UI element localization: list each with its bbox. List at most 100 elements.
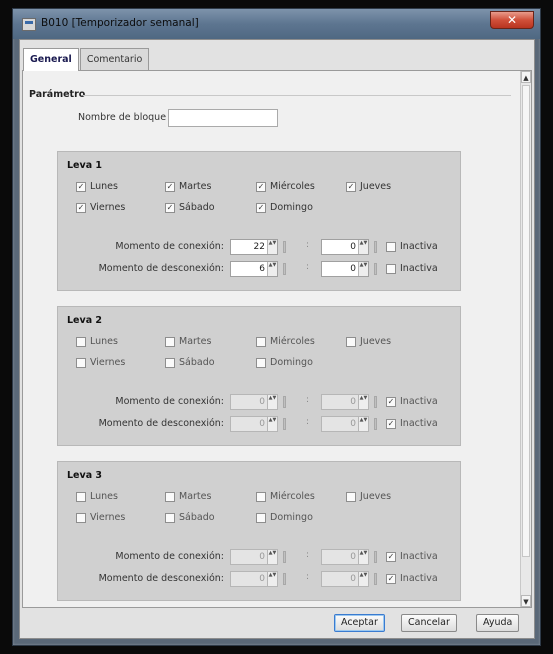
checkbox-box[interactable] bbox=[256, 357, 266, 368]
disconnect-minute-spinner[interactable]: 0 ▲▼ bbox=[321, 571, 369, 587]
day-checkbox-4[interactable]: Jueves bbox=[346, 336, 391, 347]
block-name-label: Nombre de bloque bbox=[78, 112, 167, 123]
checkbox-box[interactable] bbox=[165, 181, 175, 192]
disconnect-inactive-checkbox[interactable]: Inactiva bbox=[386, 263, 438, 274]
connect-inactive-checkbox[interactable]: Inactiva bbox=[386, 241, 438, 252]
day-checkbox-5[interactable]: Viernes bbox=[76, 202, 125, 213]
checkbox-box[interactable] bbox=[256, 512, 266, 523]
inactive-label: Inactiva bbox=[400, 418, 438, 429]
day-label: Jueves bbox=[360, 181, 392, 192]
day-checkbox-7[interactable]: Domingo bbox=[256, 202, 313, 213]
connect-hour-spinner[interactable]: 0 ▲▼ bbox=[230, 394, 278, 410]
connect-minute-spinner[interactable]: 0 ▲▼ bbox=[321, 549, 369, 565]
checkbox-box[interactable] bbox=[256, 181, 266, 192]
disconnect-hour-spinner[interactable]: 0 ▲▼ bbox=[230, 571, 278, 587]
day-checkbox-4[interactable]: Jueves bbox=[346, 181, 391, 192]
checkbox-box[interactable] bbox=[165, 357, 175, 368]
disconnect-minute-spinner[interactable]: 0 ▲▼ bbox=[321, 261, 369, 277]
spin-arrows-icon[interactable]: ▲▼ bbox=[267, 395, 277, 409]
day-checkbox-7[interactable]: Domingo bbox=[256, 357, 313, 368]
day-checkbox-1[interactable]: Lunes bbox=[76, 181, 118, 192]
checkbox-box[interactable] bbox=[256, 491, 266, 502]
title-bar[interactable]: B010 [Temporizador semanal] ✕ bbox=[13, 9, 540, 39]
day-checkbox-1[interactable]: Lunes bbox=[76, 336, 118, 347]
day-checkbox-2[interactable]: Martes bbox=[165, 336, 211, 347]
spin-arrows-icon[interactable]: ▲▼ bbox=[267, 550, 277, 564]
disconnect-inactive-checkbox[interactable]: Inactiva bbox=[386, 573, 438, 584]
checkbox-box[interactable] bbox=[76, 181, 86, 192]
tab-comentario[interactable]: Comentario bbox=[79, 48, 150, 70]
day-checkbox-6[interactable]: Sábado bbox=[165, 202, 215, 213]
disconnect-minute-spinner[interactable]: 0 ▲▼ bbox=[321, 416, 369, 432]
spin-arrows-icon[interactable]: ▲▼ bbox=[267, 572, 277, 586]
cancel-button[interactable]: Cancelar bbox=[401, 614, 457, 632]
day-checkbox-6[interactable]: Sábado bbox=[165, 512, 215, 523]
disconnect-hour-spinner[interactable]: 0 ▲▼ bbox=[230, 416, 278, 432]
inactive-label: Inactiva bbox=[400, 573, 438, 584]
block-name-input[interactable] bbox=[168, 109, 278, 127]
day-checkbox-3[interactable]: Miércoles bbox=[256, 491, 315, 502]
spin-arrows-icon[interactable]: ▲▼ bbox=[267, 262, 277, 276]
checkbox-box[interactable] bbox=[256, 336, 266, 347]
connect-inactive-checkbox[interactable]: Inactiva bbox=[386, 551, 438, 562]
disconnect-hour-spinner[interactable]: 6 ▲▼ bbox=[230, 261, 278, 277]
scroll-thumb[interactable] bbox=[522, 85, 530, 557]
connect-inactive-checkbox[interactable]: Inactiva bbox=[386, 396, 438, 407]
checkbox-box[interactable] bbox=[76, 357, 86, 368]
checkbox-box[interactable] bbox=[165, 202, 175, 213]
connect-minute-spinner[interactable]: 0 ▲▼ bbox=[321, 394, 369, 410]
spin-arrows-icon[interactable]: ▲▼ bbox=[358, 417, 368, 431]
spin-arrows-icon[interactable]: ▲▼ bbox=[267, 240, 277, 254]
checkbox-box[interactable] bbox=[346, 181, 356, 192]
time-separator bbox=[374, 241, 377, 253]
checkbox-box[interactable] bbox=[386, 241, 396, 252]
disconnect-inactive-checkbox[interactable]: Inactiva bbox=[386, 418, 438, 429]
connect-hour-spinner[interactable]: 0 ▲▼ bbox=[230, 549, 278, 565]
help-button[interactable]: Ayuda bbox=[476, 614, 520, 632]
spin-arrows-icon[interactable]: ▲▼ bbox=[358, 240, 368, 254]
day-checkbox-3[interactable]: Miércoles bbox=[256, 336, 315, 347]
checkbox-box[interactable] bbox=[386, 263, 396, 274]
checkbox-box[interactable] bbox=[76, 491, 86, 502]
checkbox-box[interactable] bbox=[346, 336, 356, 347]
day-checkbox-5[interactable]: Viernes bbox=[76, 357, 125, 368]
spin-arrows-icon[interactable]: ▲▼ bbox=[358, 550, 368, 564]
time-separator bbox=[283, 551, 286, 563]
time-colon: : bbox=[306, 240, 310, 250]
leva-title: Leva 2 bbox=[67, 315, 103, 326]
checkbox-box[interactable] bbox=[256, 202, 266, 213]
day-checkbox-2[interactable]: Martes bbox=[165, 181, 211, 192]
spin-arrows-icon[interactable]: ▲▼ bbox=[358, 395, 368, 409]
checkbox-box[interactable] bbox=[76, 512, 86, 523]
ok-button[interactable]: Aceptar bbox=[334, 614, 385, 632]
checkbox-box[interactable] bbox=[76, 336, 86, 347]
connect-hour-spinner[interactable]: 22 ▲▼ bbox=[230, 239, 278, 255]
checkbox-box[interactable] bbox=[386, 573, 396, 584]
scroll-down-arrow-icon[interactable]: ▼ bbox=[521, 595, 531, 607]
scroll-up-arrow-icon[interactable]: ▲ bbox=[521, 71, 531, 83]
spin-arrows-icon[interactable]: ▲▼ bbox=[358, 572, 368, 586]
close-button[interactable]: ✕ bbox=[490, 11, 534, 29]
checkbox-box[interactable] bbox=[165, 512, 175, 523]
checkbox-box[interactable] bbox=[386, 418, 396, 429]
connect-minute-spinner[interactable]: 0 ▲▼ bbox=[321, 239, 369, 255]
checkbox-box[interactable] bbox=[165, 491, 175, 502]
checkbox-box[interactable] bbox=[386, 551, 396, 562]
day-checkbox-2[interactable]: Martes bbox=[165, 491, 211, 502]
day-checkbox-3[interactable]: Miércoles bbox=[256, 181, 315, 192]
checkbox-box[interactable] bbox=[346, 491, 356, 502]
day-checkbox-7[interactable]: Domingo bbox=[256, 512, 313, 523]
checkbox-box[interactable] bbox=[386, 396, 396, 407]
day-checkbox-4[interactable]: Jueves bbox=[346, 491, 391, 502]
checkbox-box[interactable] bbox=[76, 202, 86, 213]
inactive-label: Inactiva bbox=[400, 263, 438, 274]
day-checkbox-1[interactable]: Lunes bbox=[76, 491, 118, 502]
checkbox-box[interactable] bbox=[165, 336, 175, 347]
time-separator bbox=[374, 263, 377, 275]
spin-arrows-icon[interactable]: ▲▼ bbox=[267, 417, 277, 431]
day-checkbox-6[interactable]: Sábado bbox=[165, 357, 215, 368]
tab-general[interactable]: General bbox=[23, 48, 79, 71]
vertical-scrollbar[interactable]: ▲ ▼ bbox=[520, 71, 531, 607]
day-checkbox-5[interactable]: Viernes bbox=[76, 512, 125, 523]
spin-arrows-icon[interactable]: ▲▼ bbox=[358, 262, 368, 276]
